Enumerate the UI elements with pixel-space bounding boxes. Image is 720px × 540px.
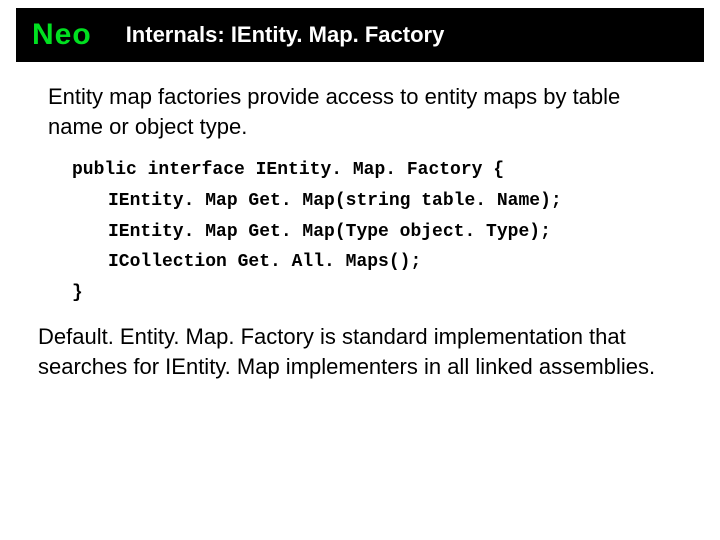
- title-bar: Neo Internals: IEntity. Map. Factory: [16, 8, 704, 62]
- intro-paragraph: Entity map factories provide access to e…: [48, 82, 680, 141]
- code-line: public interface IEntity. Map. Factory {: [72, 155, 680, 186]
- code-line: ICollection Get. All. Maps();: [72, 247, 680, 278]
- code-line: IEntity. Map Get. Map(string table. Name…: [72, 186, 680, 217]
- logo: Neo: [16, 18, 108, 52]
- closing-paragraph: Default. Entity. Map. Factory is standar…: [38, 322, 680, 381]
- code-block: public interface IEntity. Map. Factory {…: [72, 155, 680, 308]
- slide: Neo Internals: IEntity. Map. Factory Ent…: [0, 0, 720, 540]
- code-line: IEntity. Map Get. Map(Type object. Type)…: [72, 217, 680, 248]
- slide-title: Internals: IEntity. Map. Factory: [108, 22, 445, 48]
- slide-body: Entity map factories provide access to e…: [48, 82, 680, 382]
- code-line: }: [72, 278, 680, 309]
